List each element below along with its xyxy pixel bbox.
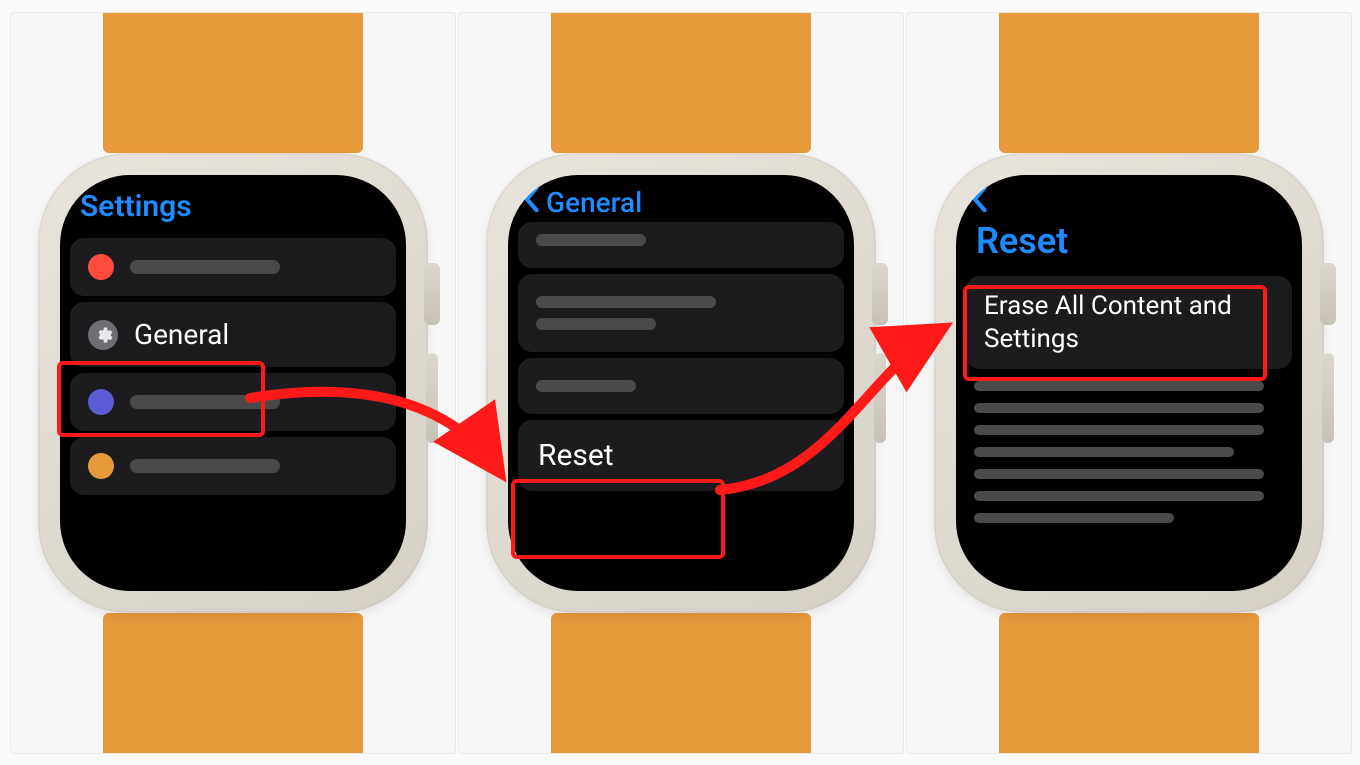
watch-band-top: [999, 13, 1259, 153]
panel-step-2: General Reset: [458, 12, 904, 754]
side-button[interactable]: [426, 353, 438, 443]
watch-band-bottom: [103, 613, 363, 753]
erase-all-label: Erase All Content and Settings: [984, 291, 1232, 354]
placeholder-text: [130, 459, 280, 473]
back-button[interactable]: [956, 175, 1302, 220]
placeholder-text: [974, 513, 1174, 523]
settings-title: Settings: [60, 175, 406, 232]
back-label: General: [546, 186, 642, 219]
general-label: General: [134, 318, 229, 351]
app-dot-blue-icon: [88, 389, 114, 415]
reset-label: Reset: [538, 438, 614, 473]
placeholder-text: [974, 491, 1264, 501]
reset-title: Reset: [956, 220, 1302, 270]
back-button[interactable]: General: [508, 175, 854, 224]
watch-band-bottom: [999, 613, 1259, 753]
settings-row-placeholder-1[interactable]: [70, 238, 396, 296]
watch-screen-reset: Reset Erase All Content and Settings: [956, 175, 1302, 591]
watch-screen-settings: Settings General: [60, 175, 406, 591]
placeholder-text: [536, 380, 636, 392]
placeholder-text: [536, 296, 716, 308]
placeholder-text: [974, 403, 1264, 413]
watch-screen-general: General Reset: [508, 175, 854, 591]
watch-band-top: [103, 13, 363, 153]
side-button[interactable]: [874, 353, 886, 443]
placeholder-text: [130, 395, 280, 409]
app-dot-orange-icon: [88, 453, 114, 479]
settings-row-general[interactable]: General: [70, 302, 396, 367]
reset-row[interactable]: Reset: [518, 420, 844, 491]
digital-crown[interactable]: [1320, 263, 1336, 325]
watch-band-bottom: [551, 613, 811, 753]
erase-all-row[interactable]: Erase All Content and Settings: [966, 276, 1292, 369]
placeholder-text: [536, 318, 656, 330]
watch-case: Settings General: [38, 153, 428, 613]
description-paragraph: [956, 381, 1302, 523]
settings-row-placeholder-3[interactable]: [70, 437, 396, 495]
placeholder-text: [974, 381, 1264, 391]
panel-step-1: Settings General: [10, 12, 456, 754]
general-group-3[interactable]: [518, 358, 844, 414]
digital-crown[interactable]: [872, 263, 888, 325]
placeholder-text: [130, 260, 280, 274]
general-group-2[interactable]: [518, 274, 844, 352]
placeholder-text: [974, 469, 1264, 479]
settings-row-placeholder-2[interactable]: [70, 373, 396, 431]
placeholder-text: [974, 425, 1264, 435]
panel-step-3: Reset Erase All Content and Settings: [906, 12, 1352, 754]
placeholder-text: [974, 447, 1234, 457]
side-button[interactable]: [1322, 353, 1334, 443]
watch-case: General Reset: [486, 153, 876, 613]
app-dot-red-icon: [88, 254, 114, 280]
tutorial-three-watches: Settings General: [0, 0, 1360, 765]
general-group-1[interactable]: [518, 222, 844, 268]
digital-crown[interactable]: [424, 263, 440, 325]
chevron-left-icon: [970, 185, 988, 220]
placeholder-text: [536, 234, 646, 246]
watch-band-top: [551, 13, 811, 153]
gear-icon: [88, 320, 118, 350]
chevron-left-icon: [522, 185, 540, 220]
watch-case: Reset Erase All Content and Settings: [934, 153, 1324, 613]
